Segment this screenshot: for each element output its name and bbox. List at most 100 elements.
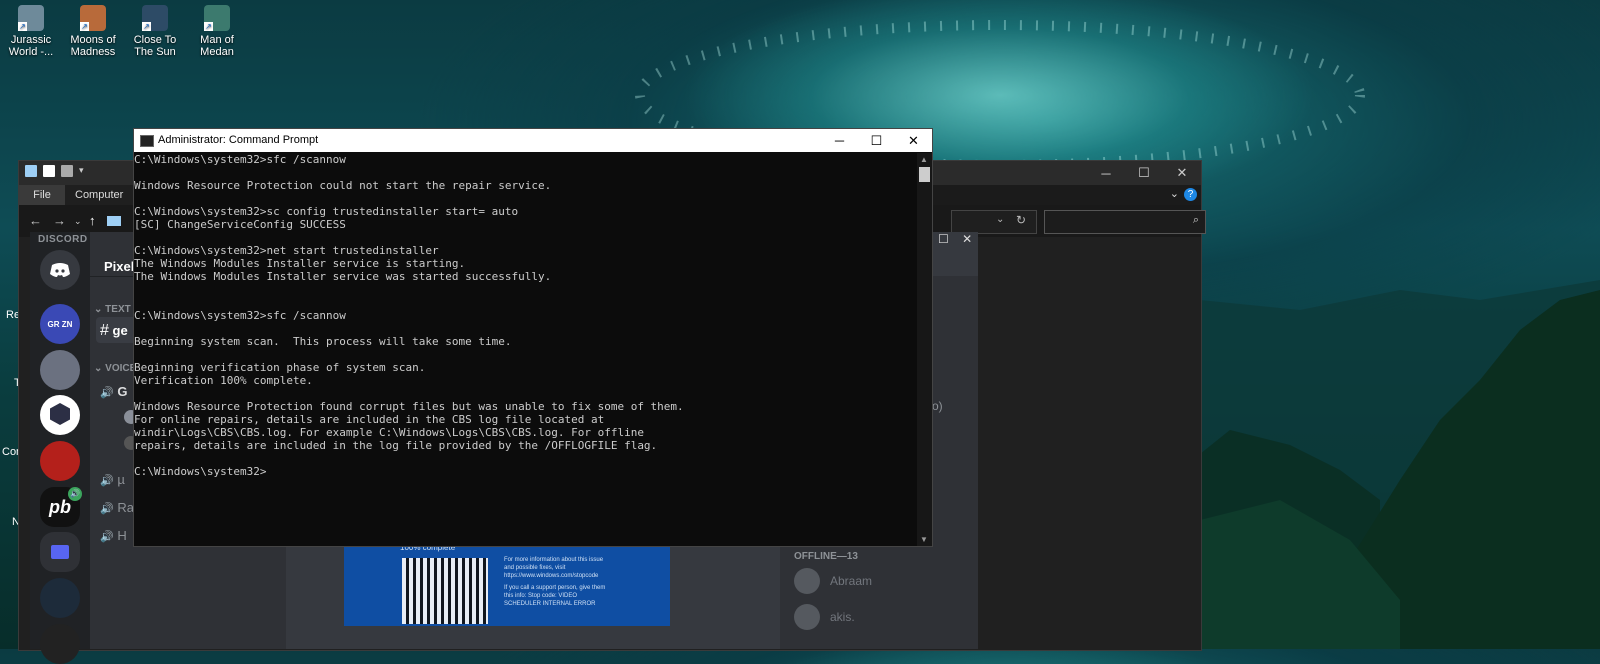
computer-icon[interactable] <box>25 165 37 177</box>
shortcut-arrow-icon: ↗ <box>204 22 213 31</box>
desktop-shortcut[interactable]: ↗ Man of Medan <box>186 5 248 58</box>
discord-maximize-button[interactable]: ☐ <box>938 232 949 246</box>
avatar <box>794 568 820 594</box>
tab-file[interactable]: File <box>19 185 65 205</box>
voice-channel-row[interactable]: 🔊 G <box>100 384 127 399</box>
console-line: The Windows Modules Installer service wa… <box>134 270 552 283</box>
desktop-shortcut[interactable]: ↗ Close To The Sun <box>124 5 186 58</box>
shortcut-arrow-icon: ↗ <box>18 22 27 31</box>
explorer-close-button[interactable]: ✕ <box>1163 161 1201 185</box>
up-arrow-icon[interactable]: ↑ <box>89 213 96 228</box>
voice-channel-row[interactable]: 🔊 H <box>100 528 127 543</box>
explorer-maximize-button[interactable]: ☐ <box>1125 161 1163 185</box>
command-prompt-window[interactable]: Administrator: Command Prompt ─ ☐ ✕ C:\W… <box>133 128 933 547</box>
console-line: windir\Logs\CBS\CBS.log. For example C:\… <box>134 426 644 439</box>
console-line: repairs, details are included in the log… <box>134 439 658 452</box>
cmd-close-button[interactable]: ✕ <box>895 129 932 152</box>
console-line: C:\Windows\system32>sc config trustedins… <box>134 205 519 218</box>
console-line: C:\Windows\system32>sfc /scannow <box>134 153 346 166</box>
man-of-medan-icon: ↗ <box>204 5 230 31</box>
console-line: C:\Windows\system32>sfc /scannow <box>134 309 346 322</box>
console-line: The Windows Modules Installer service is… <box>134 257 466 270</box>
image-support-text: If you call a support person, give them … <box>504 585 606 607</box>
explorer-search-input[interactable]: ⌕ <box>1044 210 1206 234</box>
address-dropdown-icon[interactable]: ⌄ <box>996 214 1004 225</box>
forward-arrow-icon[interactable]: → <box>53 213 66 228</box>
cmd-icon <box>140 135 154 147</box>
desktop-shortcut-label: Man of Medan <box>200 34 234 58</box>
member-partial-text: o) <box>932 399 943 413</box>
desktop-shortcut[interactable]: ↗ Jurassic World -... <box>0 5 62 58</box>
member-item[interactable]: akis. <box>794 604 855 630</box>
voice-channel-row[interactable]: 🔊 Ra <box>100 500 134 515</box>
console-output[interactable]: C:\Windows\system32>sfc /scannow Windows … <box>134 153 917 546</box>
cmd-scrollbar[interactable]: ▲ ▼ <box>917 153 932 546</box>
cmd-maximize-button[interactable]: ☐ <box>858 129 895 152</box>
console-line: Beginning verification phase of system s… <box>134 361 426 374</box>
desktop-shortcut-label: Close To The Sun <box>133 34 177 58</box>
chat-image-attachment[interactable]: 100% complete For more information about… <box>344 540 670 626</box>
member-item[interactable]: Abraam <box>794 568 872 594</box>
close-to-the-sun-icon: ↗ <box>142 5 168 31</box>
ribbon-expand-icon[interactable]: ⌄ <box>1170 187 1179 200</box>
scroll-up-arrow-icon[interactable]: ▲ <box>920 155 928 164</box>
scrollbar-thumb[interactable] <box>919 167 930 182</box>
desktop-shortcut[interactable]: ↗ Moons of Madness <box>62 5 124 58</box>
qr-code-icon <box>402 558 488 624</box>
discord-close-button[interactable]: ✕ <box>962 232 972 246</box>
new-folder-icon[interactable] <box>61 165 73 177</box>
recent-locations-icon[interactable]: ⌄ <box>74 216 82 227</box>
server-icon-partial[interactable] <box>40 624 80 664</box>
properties-icon[interactable] <box>43 165 55 177</box>
discord-logo-text: DISCORD <box>38 234 88 245</box>
back-arrow-icon[interactable]: ← <box>29 213 42 228</box>
server-icon-hex[interactable] <box>40 395 80 435</box>
explorer-minimize-button[interactable]: ─ <box>1087 161 1125 185</box>
tab-computer[interactable]: Computer <box>65 185 134 205</box>
server-icon-grzn[interactable]: GR ZN <box>40 304 80 344</box>
customize-quick-access-icon[interactable]: ▾ <box>79 165 91 177</box>
console-line: Beginning system scan. This process will… <box>134 335 512 348</box>
cmd-titlebar[interactable]: Administrator: Command Prompt ─ ☐ ✕ <box>134 129 932 152</box>
shortcut-arrow-icon: ↗ <box>80 22 89 31</box>
address-bar-tail[interactable]: ⌄ ↻ <box>951 210 1037 234</box>
console-line: For online repairs, details are included… <box>134 413 605 426</box>
console-line: [SC] ChangeServiceConfig SUCCESS <box>134 218 346 231</box>
console-line: C:\Windows\system32> <box>134 465 267 478</box>
console-line: Verification 100% complete. <box>134 374 313 387</box>
jurassic-world-icon: ↗ <box>18 5 44 31</box>
image-text: For more information about this issue an… <box>504 557 604 579</box>
avatar <box>794 604 820 630</box>
voice-channel-row[interactable]: 🔊 µ <box>100 472 125 487</box>
server-icon-hood[interactable] <box>40 578 80 618</box>
cmd-title: Administrator: Command Prompt <box>158 134 319 146</box>
console-line: Windows Resource Protection could not st… <box>134 179 552 192</box>
offline-header: OFFLINE—13 <box>794 551 858 562</box>
scroll-down-arrow-icon[interactable]: ▼ <box>920 535 928 544</box>
console-line: C:\Windows\system32>net start trustedins… <box>134 244 439 257</box>
discord-home-icon[interactable] <box>40 250 80 290</box>
cmd-minimize-button[interactable]: ─ <box>821 129 858 152</box>
folder-icon[interactable] <box>40 532 80 572</box>
voice-active-badge: 🔊 <box>68 487 82 501</box>
desktop-shortcut-label: Moons of Madness <box>70 34 116 58</box>
shortcut-arrow-icon: ↗ <box>142 22 151 31</box>
server-icon-beast[interactable] <box>40 441 80 481</box>
refresh-icon[interactable]: ↻ <box>1016 213 1026 227</box>
discord-window-controls: ☐ ✕ <box>938 232 972 246</box>
moons-of-madness-icon: ↗ <box>80 5 106 31</box>
server-rail: DISCORD GR ZN pb 🔊 <box>30 232 90 664</box>
channel-row[interactable]: # ge <box>100 322 128 340</box>
server-icon-knight[interactable] <box>40 350 80 390</box>
help-icon[interactable]: ? <box>1184 188 1197 201</box>
voice-category[interactable]: ⌄ VOICE <box>94 363 136 374</box>
search-icon: ⌕ <box>1192 214 1199 226</box>
